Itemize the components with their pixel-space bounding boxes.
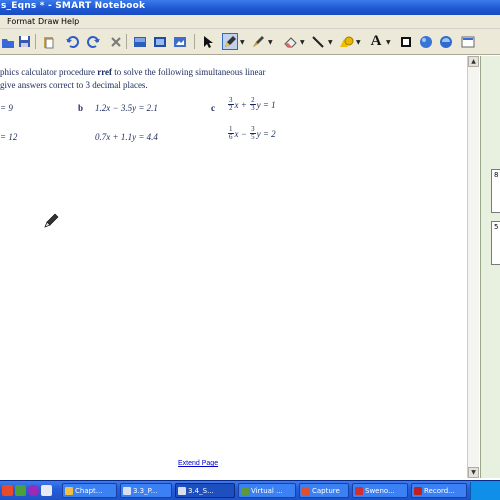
scroll-up-arrow-icon[interactable]: ▲	[468, 56, 479, 67]
select-arrow-icon[interactable]	[200, 33, 216, 50]
taskbar: Chapt... 3.3_P... 3.4_S... Virtual ... C…	[0, 480, 500, 500]
open-icon[interactable]	[0, 33, 16, 50]
quick-launch-icon[interactable]	[15, 485, 26, 496]
text-tool-icon[interactable]: A	[368, 33, 384, 50]
title-bar: s_Eqns * - SMART Notebook	[0, 0, 500, 15]
page-thumbnail[interactable]: 8	[491, 169, 500, 213]
part-c-equation-1: 32 x + 23 y = 1	[228, 96, 276, 112]
eraser-icon[interactable]	[282, 33, 298, 50]
quick-launch-icon[interactable]	[2, 485, 13, 496]
taskbar-button[interactable]: Virtual ...	[238, 483, 296, 498]
screen-shade-icon[interactable]	[132, 33, 148, 50]
page-thumbnail-label: 8	[494, 171, 499, 179]
full-screen-icon[interactable]	[152, 33, 168, 50]
menu-draw[interactable]: Draw	[38, 17, 59, 26]
gallery-icon[interactable]	[418, 33, 434, 50]
question-line-1: phics calculator procedure rref to solve…	[0, 67, 266, 77]
part-b-label: b	[78, 103, 84, 113]
undo-icon[interactable]	[64, 33, 80, 50]
chevron-down-icon[interactable]: ▼	[268, 39, 273, 46]
chevron-down-icon[interactable]: ▼	[356, 39, 361, 46]
creative-pen-icon[interactable]	[250, 33, 266, 50]
vertical-scrollbar[interactable]: ▲ ▼	[467, 56, 479, 478]
part-a-equation-1: = 9	[0, 103, 13, 113]
menu-format[interactable]: Format	[7, 17, 35, 26]
taskbar-button[interactable]: Capture	[299, 483, 349, 498]
window-title: s_Eqns * - SMART Notebook	[1, 1, 146, 11]
chevron-down-icon[interactable]: ▼	[240, 39, 245, 46]
chevron-down-icon[interactable]: ▼	[300, 39, 305, 46]
toolbar-options-icon[interactable]	[460, 33, 476, 50]
save-icon[interactable]	[16, 33, 32, 50]
menu-bar: Format Draw Help	[0, 15, 500, 29]
properties-icon[interactable]	[438, 33, 454, 50]
part-a-equation-2: = 12	[0, 132, 18, 142]
scroll-down-arrow-icon[interactable]: ▼	[468, 467, 479, 478]
part-c-equation-2: 16 x − 35 y = 2	[228, 125, 276, 141]
taskbar-button[interactable]: Chapt...	[62, 483, 117, 498]
taskbar-button[interactable]: Record...	[411, 483, 467, 498]
delete-icon[interactable]	[108, 33, 124, 50]
taskbar-button[interactable]: Sweno...	[352, 483, 408, 498]
chevron-down-icon[interactable]: ▼	[386, 39, 391, 46]
toolbar-separator	[126, 34, 127, 49]
capture-icon[interactable]	[172, 33, 188, 50]
taskbar-button-active[interactable]: 3.4_S...	[175, 483, 235, 498]
quick-launch-icon[interactable]	[41, 485, 52, 496]
extend-page-link[interactable]: Extend Page	[178, 460, 218, 467]
toolbar-separator	[194, 34, 195, 49]
system-tray[interactable]	[470, 482, 500, 500]
paste-icon[interactable]	[40, 33, 56, 50]
page-thumbnail-label: 5	[494, 223, 499, 231]
line-tool-icon[interactable]	[310, 33, 326, 50]
chevron-down-icon[interactable]: ▼	[328, 39, 333, 46]
part-c-label: c	[211, 103, 215, 113]
toolbar-separator	[35, 34, 36, 49]
page-thumbnail[interactable]: 5	[491, 221, 500, 265]
question-line-2: give answers correct to 3 decimal places…	[0, 80, 148, 90]
page-sorter-panel: 8 5	[480, 56, 500, 478]
pen-cursor-icon	[44, 213, 59, 228]
fill-icon[interactable]	[398, 33, 414, 50]
menu-help[interactable]: Help	[61, 17, 79, 26]
toolbar: ▼ ▼ ▼ ▼ ▼ A ▼	[0, 29, 500, 55]
taskbar-button[interactable]: 3.3_P...	[120, 483, 172, 498]
part-b-equation-1: 1.2x − 3.5y = 2.1	[95, 103, 158, 113]
pen-tool-icon[interactable]	[222, 33, 238, 50]
redo-icon[interactable]	[86, 33, 102, 50]
quick-launch-icon[interactable]	[28, 485, 39, 496]
notebook-page[interactable]: phics calculator procedure rref to solve…	[0, 56, 476, 478]
shapes-icon[interactable]	[338, 33, 354, 50]
part-b-equation-2: 0.7x + 1.1y = 4.4	[95, 132, 158, 142]
